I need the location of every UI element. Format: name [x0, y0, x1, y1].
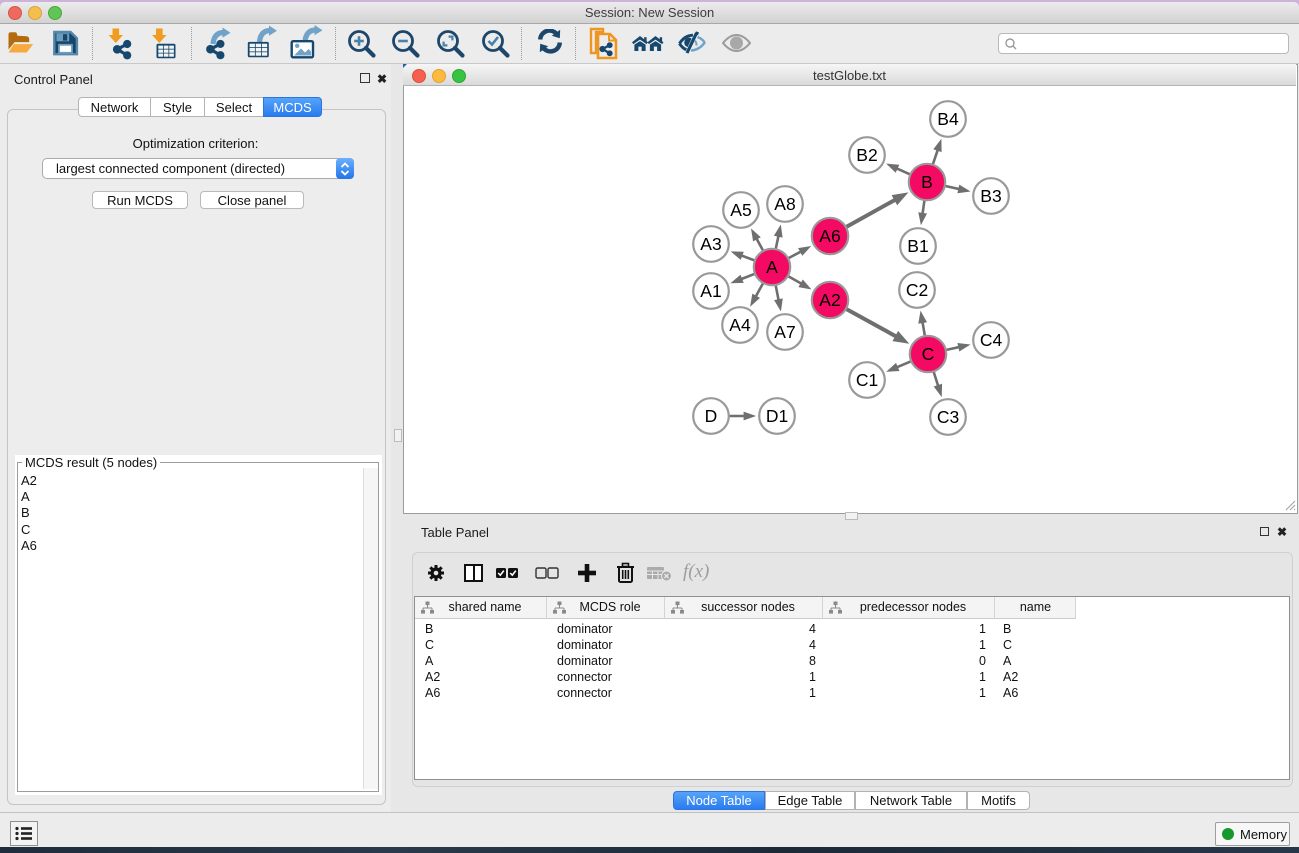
svg-text:C1: C1: [856, 370, 878, 390]
svg-text:B2: B2: [856, 145, 877, 165]
svg-text:C4: C4: [980, 330, 1003, 350]
svg-text:B: B: [921, 172, 933, 192]
svg-text:A6: A6: [819, 226, 840, 246]
svg-text:A5: A5: [730, 200, 751, 220]
svg-text:B4: B4: [937, 109, 959, 129]
svg-text:A7: A7: [774, 322, 795, 342]
svg-text:C3: C3: [937, 407, 959, 427]
svg-text:A4: A4: [729, 315, 751, 335]
svg-text:D: D: [705, 406, 718, 426]
svg-text:C: C: [922, 344, 935, 364]
svg-text:D1: D1: [766, 406, 788, 426]
svg-text:A3: A3: [700, 234, 721, 254]
svg-text:A: A: [766, 257, 778, 277]
svg-text:B1: B1: [907, 236, 928, 256]
svg-text:A1: A1: [700, 281, 721, 301]
svg-text:A8: A8: [774, 194, 795, 214]
svg-text:C2: C2: [906, 280, 928, 300]
svg-text:B3: B3: [980, 186, 1001, 206]
svg-text:A2: A2: [819, 290, 840, 310]
